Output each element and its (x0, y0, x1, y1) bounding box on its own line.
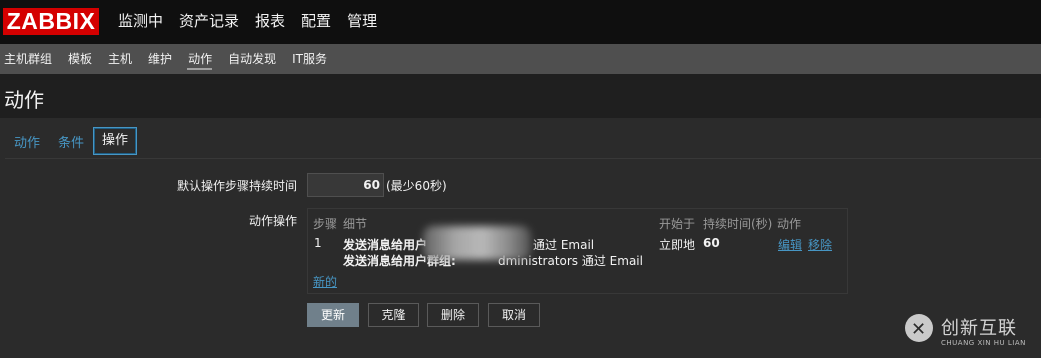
tab-conditions[interactable]: 条件 (58, 132, 84, 151)
edit-link[interactable]: 编辑 (778, 236, 802, 253)
default-duration-hint: (最少60秒) (386, 179, 447, 193)
cancel-button[interactable]: 取消 (488, 303, 540, 327)
form-tabs: 动作 条件 操作 (5, 125, 1041, 159)
detail-line1-suffix: 通过 Email (533, 238, 595, 252)
default-duration-label: 默认操作步骤持续时间 (176, 179, 297, 193)
col-header-duration: 持续时间(秒) (703, 217, 773, 231)
watermark-subtitle: CHUANG XIN HU LIAN (941, 339, 1026, 347)
top-navbar: ZABBIX 监测中 资产记录 报表 配置 管理 (0, 0, 1041, 44)
sub-menu: 主机群组 模板 主机 维护 动作 自动发现 IT服务 (0, 44, 1041, 74)
watermark-title: 创新互联 (941, 318, 1017, 339)
operations-table: 步骤 细节 开始于 持续时间(秒) 动作 1 发送消息给用户 通过 Email … (307, 208, 848, 294)
submenu-maintenance[interactable]: 维护 (147, 44, 181, 74)
submenu-host-groups[interactable]: 主机群组 (3, 44, 61, 74)
row-start-in: 立即地 (659, 238, 696, 252)
sub-navbar: 主机群组 模板 主机 维护 动作 自动发现 IT服务 (0, 44, 1041, 74)
zabbix-logo[interactable]: ZABBIX (3, 8, 99, 35)
menu-reports[interactable]: 报表 (247, 0, 293, 44)
col-header-start-in: 开始于 (659, 217, 696, 231)
submenu-templates[interactable]: 模板 (67, 44, 101, 74)
operations-label: 动作操作 (248, 214, 297, 228)
detail-line1-prefix: 发送消息给用户 (343, 238, 428, 252)
menu-configuration[interactable]: 配置 (293, 0, 339, 44)
update-button[interactable]: 更新 (307, 303, 359, 327)
submenu-discovery[interactable]: 自动发现 (227, 44, 285, 74)
submenu-it-services[interactable]: IT服务 (291, 44, 336, 74)
page-title: 动作 (4, 88, 44, 112)
col-header-action: 动作 (777, 217, 802, 231)
submenu-actions[interactable]: 动作 (187, 44, 221, 74)
remove-link[interactable]: 移除 (808, 236, 832, 253)
redaction-blur (423, 226, 531, 260)
submenu-hosts[interactable]: 主机 (107, 44, 141, 74)
operations-form: 默认操作步骤持续时间 60 (最少60秒) 动作操作 步骤 细节 开始于 持续时… (5, 159, 1041, 343)
action-form-panel: 动作 条件 操作 默认操作步骤持续时间 60 (最少60秒) 动作操作 步骤 细… (5, 125, 1041, 343)
menu-inventory[interactable]: 资产记录 (171, 0, 247, 44)
menu-monitoring[interactable]: 监测中 (110, 0, 171, 44)
default-duration-input[interactable]: 60 (307, 173, 384, 197)
clone-button[interactable]: 克隆 (368, 303, 419, 327)
col-header-details: 细节 (343, 217, 368, 231)
main-menu: 监测中 资产记录 报表 配置 管理 (110, 0, 385, 44)
page-header: 动作 (0, 74, 1041, 118)
menu-administration[interactable]: 管理 (339, 0, 385, 44)
new-operation-link[interactable]: 新的 (313, 273, 337, 290)
row-step: 1 (314, 236, 322, 250)
watermark: ✕ 创新互联 CHUANG XIN HU LIAN (905, 312, 1035, 348)
row-duration: 60 (703, 236, 720, 250)
tab-action[interactable]: 动作 (14, 132, 40, 151)
tab-operations[interactable]: 操作 (93, 127, 138, 155)
col-header-step: 步骤 (313, 217, 338, 231)
watermark-logo-icon: ✕ (905, 314, 933, 342)
delete-button[interactable]: 删除 (427, 303, 479, 327)
